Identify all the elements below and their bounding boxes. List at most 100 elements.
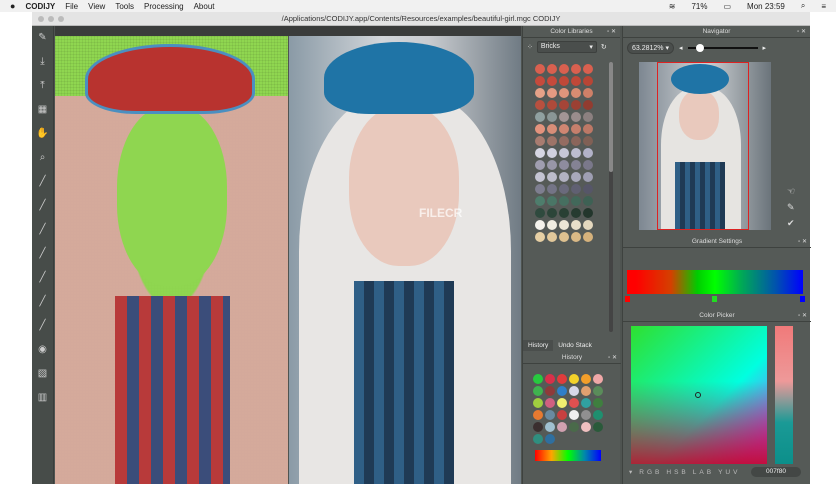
color-swatch[interactable] bbox=[547, 64, 557, 74]
color-cursor[interactable] bbox=[695, 392, 701, 398]
color-swatch[interactable] bbox=[559, 148, 569, 158]
hex-input[interactable]: 007f80 bbox=[751, 467, 801, 477]
history-swatch[interactable] bbox=[593, 410, 603, 420]
color-swatch[interactable] bbox=[583, 172, 593, 182]
color-swatch[interactable] bbox=[535, 148, 545, 158]
color-mode-l[interactable]: L bbox=[693, 469, 697, 476]
color-swatch[interactable] bbox=[559, 112, 569, 122]
color-swatch[interactable] bbox=[571, 220, 581, 230]
history-swatch[interactable] bbox=[569, 422, 579, 432]
menu-view[interactable]: View bbox=[88, 2, 105, 11]
tab-history[interactable]: History bbox=[523, 340, 554, 351]
color-swatch[interactable] bbox=[535, 220, 545, 230]
color-swatch[interactable] bbox=[547, 124, 557, 134]
color-swatch[interactable] bbox=[547, 76, 557, 86]
color-mode-b[interactable]: B bbox=[681, 469, 685, 476]
color-swatch[interactable] bbox=[535, 76, 545, 86]
color-swatch[interactable] bbox=[571, 160, 581, 170]
color-swatch[interactable] bbox=[559, 232, 569, 242]
color-swatch[interactable] bbox=[535, 88, 545, 98]
panel-float-close-icon[interactable]: ▫ ✕ bbox=[797, 26, 806, 38]
eraser-tool-icon[interactable]: ╱ bbox=[35, 271, 51, 285]
color-swatch[interactable] bbox=[535, 160, 545, 170]
color-swatch[interactable] bbox=[559, 208, 569, 218]
color-swatch[interactable] bbox=[559, 220, 569, 230]
history-swatch[interactable] bbox=[545, 398, 555, 408]
history-swatch[interactable] bbox=[581, 374, 591, 384]
color-swatch[interactable] bbox=[583, 184, 593, 194]
color-swatch[interactable] bbox=[535, 208, 545, 218]
color-swatch[interactable] bbox=[583, 196, 593, 206]
hue-slider[interactable] bbox=[775, 326, 793, 464]
history-swatch[interactable] bbox=[593, 386, 603, 396]
color-mode-r[interactable]: R bbox=[639, 469, 644, 476]
zoom-out-icon[interactable]: ◂ bbox=[679, 44, 683, 52]
brush2-tool-icon[interactable]: ╱ bbox=[35, 223, 51, 237]
color-swatch[interactable] bbox=[571, 112, 581, 122]
gradient-bar[interactable] bbox=[627, 270, 803, 294]
color-swatch[interactable] bbox=[583, 148, 593, 158]
color-swatch[interactable] bbox=[535, 112, 545, 122]
color-swatch[interactable] bbox=[547, 208, 557, 218]
tab-undo-stack[interactable]: Undo Stack bbox=[553, 340, 597, 351]
panel-float-close-icon[interactable]: ▫ ✕ bbox=[798, 236, 807, 248]
color-swatch[interactable] bbox=[583, 136, 593, 146]
color-swatch[interactable] bbox=[571, 76, 581, 86]
close-window-button[interactable] bbox=[38, 16, 44, 22]
history-swatch[interactable] bbox=[557, 386, 567, 396]
history-swatch[interactable] bbox=[533, 410, 543, 420]
history-swatch[interactable] bbox=[533, 374, 543, 384]
color-swatch[interactable] bbox=[583, 76, 593, 86]
color-mode-y[interactable]: Y bbox=[718, 469, 722, 476]
color-swatch[interactable] bbox=[559, 160, 569, 170]
history-swatch[interactable] bbox=[569, 398, 579, 408]
color-swatch[interactable] bbox=[559, 124, 569, 134]
zoom-select[interactable]: 63.2812% ▾ bbox=[627, 42, 674, 54]
color-swatch[interactable] bbox=[571, 88, 581, 98]
history-swatch[interactable] bbox=[569, 374, 579, 384]
color-swatch[interactable] bbox=[583, 124, 593, 134]
color-mode-u[interactable]: U bbox=[725, 469, 730, 476]
color-swatch[interactable] bbox=[571, 184, 581, 194]
color-swatch[interactable] bbox=[583, 232, 593, 242]
color-mode-s[interactable]: S bbox=[674, 469, 678, 476]
color-swatch[interactable] bbox=[571, 172, 581, 182]
export-tool-icon[interactable]: ⤒ bbox=[35, 79, 51, 93]
history-swatch[interactable] bbox=[557, 410, 567, 420]
color-swatch[interactable] bbox=[547, 112, 557, 122]
clear-tool-icon[interactable]: ▥ bbox=[35, 391, 51, 405]
zoom-slider[interactable] bbox=[687, 44, 758, 52]
gradient-stop-green[interactable] bbox=[712, 296, 717, 302]
color-swatch[interactable] bbox=[571, 100, 581, 110]
brush-tool-icon[interactable]: ╱ bbox=[35, 199, 51, 213]
brush3-tool-icon[interactable]: ╱ bbox=[35, 247, 51, 261]
eye-tool-icon[interactable]: ◉ bbox=[35, 343, 51, 357]
color-swatch[interactable] bbox=[559, 172, 569, 182]
battery-icon[interactable]: ▭ bbox=[723, 2, 731, 11]
hand-icon[interactable]: ☜ bbox=[787, 186, 795, 197]
panel-float-close-icon[interactable]: ▫ ✕ bbox=[607, 26, 616, 38]
color-swatch[interactable] bbox=[535, 64, 545, 74]
search-icon[interactable]: ⌕ bbox=[801, 1, 805, 11]
color-swatch[interactable] bbox=[547, 172, 557, 182]
viewport-rectangle[interactable] bbox=[657, 62, 749, 230]
color-swatch[interactable] bbox=[535, 136, 545, 146]
color-swatch[interactable] bbox=[583, 112, 593, 122]
history-swatch[interactable] bbox=[545, 434, 555, 444]
history-swatch[interactable] bbox=[533, 422, 543, 432]
color-mode-h[interactable]: H bbox=[666, 469, 671, 476]
color-swatch[interactable] bbox=[547, 88, 557, 98]
color-swatch[interactable] bbox=[547, 136, 557, 146]
color-mode-a[interactable]: A bbox=[699, 469, 703, 476]
history-gradient[interactable] bbox=[535, 450, 601, 461]
color-swatch[interactable] bbox=[535, 196, 545, 206]
palette-tool-icon[interactable]: ✎ bbox=[35, 31, 51, 45]
clock[interactable]: Mon 23:59 bbox=[747, 2, 785, 11]
library-select[interactable]: Bricks ▾ bbox=[536, 41, 597, 53]
color-swatch[interactable] bbox=[547, 232, 557, 242]
history-swatch[interactable] bbox=[581, 398, 591, 408]
menu-file[interactable]: File bbox=[65, 2, 78, 11]
history-swatch[interactable] bbox=[581, 422, 591, 432]
color-swatch[interactable] bbox=[559, 184, 569, 194]
history-swatch[interactable] bbox=[557, 422, 567, 432]
